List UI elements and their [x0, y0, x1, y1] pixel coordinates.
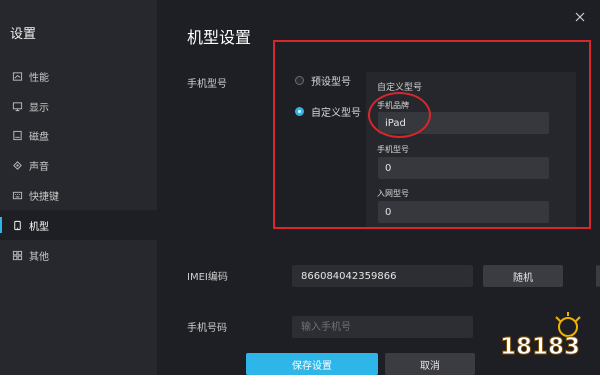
- close-icon: [575, 12, 585, 22]
- sidebar-item-other[interactable]: 其他: [0, 240, 157, 270]
- network-model-label: 入网型号: [377, 189, 409, 198]
- brand-label: 手机品牌: [377, 101, 409, 110]
- model-input[interactable]: [378, 157, 549, 179]
- close-button[interactable]: [575, 7, 585, 22]
- sidebar-item-performance[interactable]: 性能: [0, 61, 157, 91]
- sidebar: 设置 性能 显示 磁盘 声音 快捷键 机型 其他: [0, 0, 157, 375]
- cancel-button[interactable]: 取消: [385, 353, 475, 375]
- keyboard-icon: [11, 189, 23, 201]
- sidebar-item-label: 声音: [29, 161, 49, 173]
- custom-model-panel: 自定义型号 手机品牌 手机型号 入网型号: [366, 72, 576, 227]
- phone-model-label: 手机型号: [187, 79, 227, 90]
- disk-icon: [11, 129, 23, 141]
- sidebar-item-disk[interactable]: 磁盘: [0, 120, 157, 150]
- model-label: 手机型号: [377, 145, 409, 154]
- sidebar-item-label: 其他: [29, 251, 49, 263]
- save-button[interactable]: 保存设置: [246, 353, 378, 375]
- preset-model-radio[interactable]: 预设型号: [295, 73, 351, 88]
- watermark-text: 18183: [500, 334, 580, 359]
- imei-label: IMEI编码: [187, 272, 228, 283]
- network-model-input[interactable]: [378, 201, 549, 223]
- custom-panel-title: 自定义型号: [377, 83, 423, 93]
- phone-number-input[interactable]: [292, 316, 473, 338]
- radio-unchecked-icon: [295, 76, 304, 85]
- radio-checked-icon: [295, 107, 304, 116]
- custom-model-label: 自定义型号: [311, 108, 361, 119]
- preset-model-label: 预设型号: [311, 77, 351, 88]
- speaker-icon: [11, 159, 23, 171]
- sidebar-item-label: 机型: [29, 221, 49, 233]
- sidebar-item-shortcuts[interactable]: 快捷键: [0, 180, 157, 210]
- sidebar-title: 设置: [10, 27, 37, 42]
- custom-model-radio[interactable]: 自定义型号: [295, 104, 361, 119]
- watermark-logo: 18183: [500, 312, 581, 359]
- sidebar-item-label: 性能: [29, 72, 49, 84]
- random-button[interactable]: 随机: [483, 265, 563, 287]
- imei-input[interactable]: [292, 265, 473, 287]
- grid-icon: [11, 249, 23, 261]
- active-indicator: [0, 217, 2, 233]
- sidebar-item-display[interactable]: 显示: [0, 91, 157, 121]
- phone-number-label: 手机号码: [187, 323, 227, 334]
- sidebar-item-label: 磁盘: [29, 131, 49, 143]
- speed-icon: [11, 70, 23, 82]
- sidebar-item-label: 快捷键: [29, 191, 59, 203]
- sidebar-item-label: 显示: [29, 102, 49, 114]
- page-title: 机型设置: [187, 28, 252, 47]
- sidebar-item-model[interactable]: 机型: [0, 210, 157, 240]
- extra-button-edge[interactable]: [596, 265, 600, 287]
- sidebar-item-sound[interactable]: 声音: [0, 150, 157, 180]
- monitor-icon: [11, 100, 23, 112]
- phone-icon: [11, 219, 23, 231]
- brand-input[interactable]: [378, 112, 549, 134]
